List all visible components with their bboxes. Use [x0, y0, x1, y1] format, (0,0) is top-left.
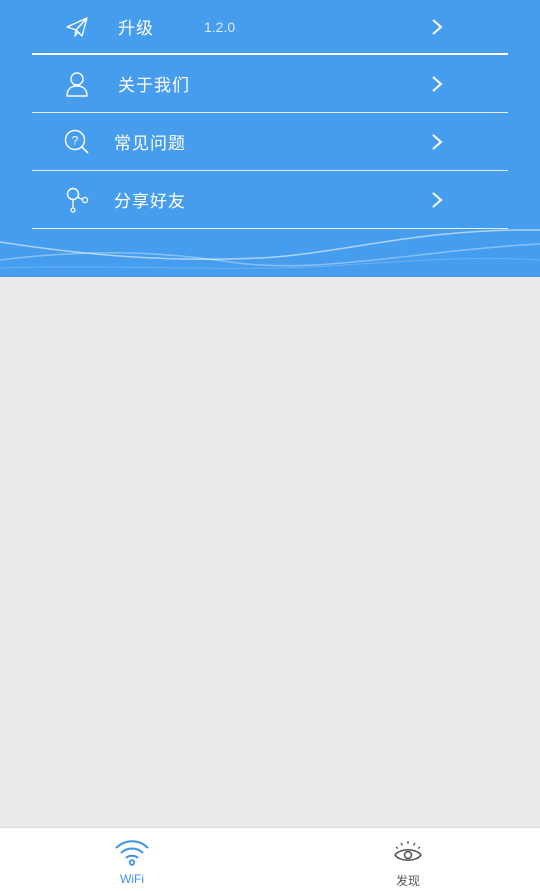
tab-label: WiFi [120, 872, 144, 886]
menu-item-label: 关于我们 [118, 76, 190, 96]
tab-label: 发现 [395, 874, 420, 888]
menu-item-label: 升级 [118, 19, 154, 39]
content-area [0, 277, 540, 827]
app-screen: 升级 1.2.0 关于我们 ? 常见问题 分享好友 WiFi 发现 [0, 0, 540, 891]
chevron-right-icon [432, 18, 443, 35]
version-text: 1.2.0 [204, 18, 236, 35]
menu-item-about[interactable]: 关于我们 [32, 55, 508, 113]
person-icon [64, 71, 90, 97]
share-icon [64, 187, 90, 213]
menu-item-label: 常见问题 [114, 134, 186, 154]
settings-header: 升级 1.2.0 关于我们 ? 常见问题 分享好友 [0, 0, 540, 277]
eye-icon [394, 841, 422, 862]
menu-item-share[interactable]: 分享好友 [32, 171, 508, 229]
question-search-icon: ? [64, 129, 90, 155]
chevron-right-icon [432, 133, 443, 150]
svg-text:?: ? [72, 133, 79, 147]
settings-menu: 升级 1.2.0 关于我们 ? 常见问题 分享好友 [32, 0, 508, 229]
bottom-tab-bar: WiFi 发现 [0, 827, 540, 891]
wifi-icon [115, 840, 149, 866]
menu-item-label: 分享好友 [114, 192, 186, 212]
paper-plane-icon [64, 14, 90, 40]
menu-item-upgrade[interactable]: 升级 1.2.0 [32, 0, 508, 55]
menu-item-faq[interactable]: ? 常见问题 [32, 113, 508, 171]
chevron-right-icon [432, 75, 443, 92]
chevron-right-icon [432, 191, 443, 208]
tab-discover[interactable]: 发现 [358, 828, 458, 891]
tab-wifi[interactable]: WiFi [82, 828, 182, 891]
